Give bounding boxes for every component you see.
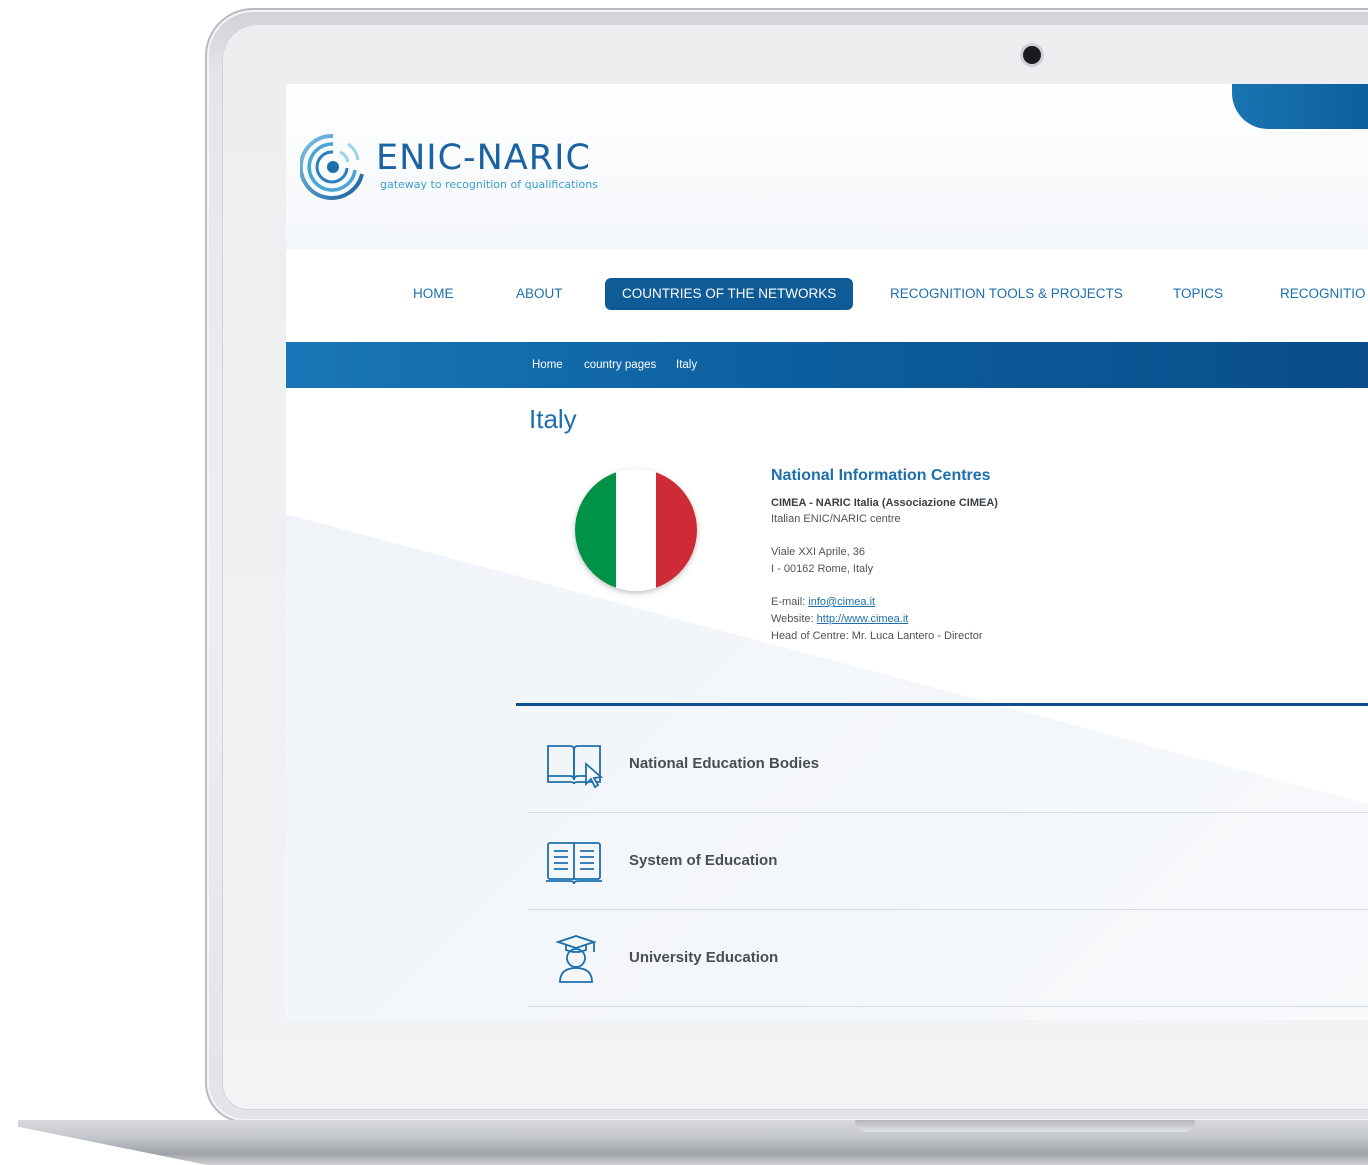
nic-org-name: CIMEA - NARIC Italia (Associazione CIMEA…	[771, 497, 998, 509]
breadcrumb-country-pages[interactable]: country pages	[584, 342, 656, 388]
italy-flag	[575, 469, 697, 591]
section-university-education[interactable]: University Education	[528, 910, 1368, 1007]
nic-address-2: I - 00162 Rome, Italy	[771, 563, 874, 575]
nic-head: Head of Centre: Mr. Luca Lantero - Direc…	[771, 630, 983, 642]
webcam	[1023, 46, 1041, 64]
logo[interactable]: ENIC-NARIC gateway to recognition of qua…	[300, 130, 630, 204]
section-system-of-education[interactable]: System of Education	[528, 813, 1368, 910]
laptop-notch	[855, 1120, 1195, 1132]
nic-website-link[interactable]: http://www.cimea.it	[817, 613, 909, 625]
nic-email-link[interactable]: info@cimea.it	[808, 596, 875, 608]
open-book-icon	[546, 842, 602, 885]
nic-email-label: E-mail:	[771, 596, 809, 608]
nic-address-1: Viale XXI Aprile, 36	[771, 546, 865, 558]
nav-about[interactable]: ABOUT	[516, 278, 563, 310]
nav-topics[interactable]: TOPICS	[1173, 278, 1223, 310]
main-nav: HOME ABOUT COUNTRIES OF THE NETWORKS REC…	[286, 250, 1368, 342]
site-header: ENIC-NARIC gateway to recognition of qua…	[286, 84, 1368, 250]
nav-recognition[interactable]: RECOGNITIO	[1280, 278, 1366, 310]
section-divider	[516, 703, 1368, 706]
graduate-icon	[555, 935, 597, 983]
section-label: National Education Bodies	[629, 755, 820, 772]
top-tab[interactable]	[1232, 84, 1368, 129]
section-label: University Education	[629, 949, 779, 966]
nav-home[interactable]: HOME	[413, 278, 454, 310]
logo-tagline: gateway to recognition of qualifications	[380, 178, 598, 191]
breadcrumb-italy: Italy	[676, 359, 698, 371]
nic-email-row: E-mail: info@cimea.it	[771, 596, 875, 608]
page-title: Italy	[529, 404, 577, 434]
nic-org-desc: Italian ENIC/NARIC centre	[771, 513, 901, 525]
screen: ENIC-NARIC gateway to recognition of qua…	[286, 84, 1368, 1020]
nic-heading: National Information Centres	[771, 467, 991, 484]
book-cursor-icon	[547, 745, 604, 789]
logo-title: ENIC-NARIC	[376, 138, 591, 178]
section-label: System of Education	[629, 852, 778, 869]
breadcrumb: Home country pages Italy	[286, 342, 1368, 388]
nic-website-label: Website:	[771, 613, 817, 625]
section-national-education-bodies[interactable]: National Education Bodies	[528, 716, 1368, 813]
nic-website-row: Website: http://www.cimea.it	[771, 613, 908, 625]
nav-countries[interactable]: COUNTRIES OF THE NETWORKS	[605, 278, 854, 310]
nav-recognition-tools[interactable]: RECOGNITION TOOLS & PROJECTS	[890, 278, 1123, 310]
breadcrumb-home[interactable]: Home	[532, 342, 563, 388]
logo-icon	[300, 133, 364, 200]
